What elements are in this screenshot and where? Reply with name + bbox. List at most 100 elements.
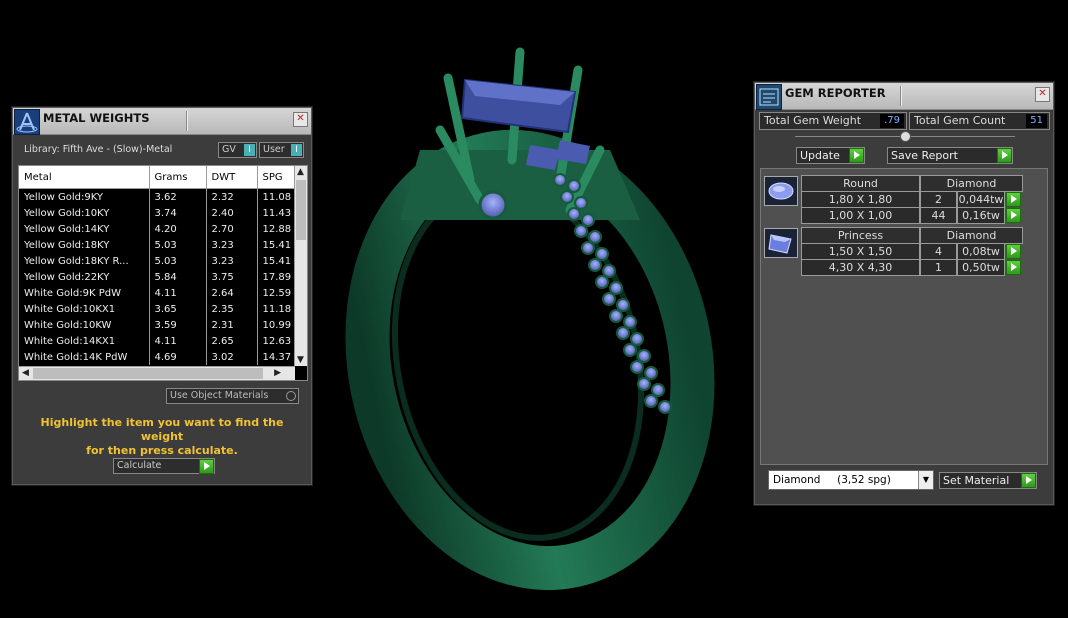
- select-gem-arrow-icon[interactable]: [1006, 244, 1021, 259]
- gem-count-cell: 44: [920, 207, 957, 224]
- gv-toggle[interactable]: GV I: [218, 142, 257, 158]
- total-gem-count-label: Total Gem Count: [914, 114, 1006, 127]
- chevron-down-icon[interactable]: ▼: [918, 471, 933, 489]
- table-cell: 4.69: [149, 349, 207, 365]
- table-cell: Yellow Gold:18KY R...: [19, 253, 150, 269]
- column-header[interactable]: SPG: [257, 166, 296, 189]
- pave-stone: [581, 213, 595, 227]
- play-arrow-icon[interactable]: [1021, 473, 1036, 488]
- column-header[interactable]: DWT: [206, 166, 258, 189]
- instruction-line: Highlight the item you want to find the …: [40, 416, 284, 443]
- gem-reporter-titlebar[interactable]: GEM REPORTER ✕: [755, 83, 1053, 110]
- pave-stone: [574, 224, 588, 238]
- table-cell: 12.59: [257, 285, 296, 301]
- play-arrow-icon[interactable]: [849, 148, 864, 163]
- select-gem-arrow-icon[interactable]: [1006, 208, 1021, 223]
- table-row[interactable]: White Gold:10KW 3.59 2.31 10.99: [19, 317, 296, 333]
- vertical-scrollbar[interactable]: ▲ ▼: [294, 166, 307, 366]
- metal-weights-panel: METAL WEIGHTS ✕ Library: Fifth Ave - (Sl…: [12, 107, 312, 485]
- table-row[interactable]: White Gold:9K PdW 4.11 2.64 12.59: [19, 285, 296, 301]
- table-cell: Yellow Gold:9KY: [19, 188, 150, 205]
- close-icon[interactable]: ✕: [293, 112, 308, 127]
- total-gem-count: Total Gem Count 51: [909, 112, 1050, 130]
- play-arrow-icon[interactable]: [199, 459, 214, 474]
- user-toggle[interactable]: User I: [259, 142, 304, 158]
- table-cell: White Gold:14K PdW: [19, 349, 150, 365]
- save-report-button[interactable]: Save Report: [887, 147, 1013, 164]
- material-select[interactable]: Diamond (3,52 spg) ▼: [768, 470, 934, 490]
- column-header[interactable]: Grams: [149, 166, 207, 189]
- slider-knob[interactable]: [900, 131, 911, 142]
- gem-weight-cell: 0,044tw: [957, 191, 1005, 208]
- metal-table[interactable]: Metal Grams DWT SPG Yellow Gold:9KY 3.62 2…: [18, 165, 308, 381]
- scroll-right-icon[interactable]: ▶: [274, 368, 281, 378]
- table-row[interactable]: Yellow Gold:10KY 3.74 2.40 11.43: [19, 205, 296, 221]
- horizontal-scrollbar[interactable]: ◀ ▶: [19, 366, 295, 380]
- pave-stone: [567, 179, 581, 193]
- title-divider: [186, 111, 188, 131]
- use-object-materials-option[interactable]: Use Object Materials: [166, 388, 299, 404]
- gem-shape-header: Princess: [801, 227, 920, 244]
- pave-stone: [567, 207, 581, 221]
- pave-stone: [553, 173, 567, 187]
- total-gem-count-value: 51: [1026, 114, 1047, 128]
- scroll-left-icon[interactable]: ◀: [22, 368, 29, 378]
- play-arrow-icon[interactable]: [997, 148, 1012, 163]
- pave-stone: [595, 247, 609, 261]
- use-object-materials-label: Use Object Materials: [170, 390, 269, 401]
- table-cell: 12.88: [257, 221, 296, 237]
- table-row[interactable]: Yellow Gold:18KY R... 5.03 3.23 15.41: [19, 253, 296, 269]
- table-row[interactable]: Yellow Gold:9KY 3.62 2.32 11.08: [19, 188, 296, 205]
- scroll-down-icon[interactable]: ▼: [297, 355, 304, 365]
- metal-weights-icon: [14, 109, 40, 135]
- gem-material-header: Diamond: [920, 175, 1023, 192]
- pave-stone: [560, 190, 574, 204]
- table-row[interactable]: White Gold:14K PdW 4.69 3.02 14.37: [19, 349, 296, 365]
- radio-icon[interactable]: [286, 391, 296, 401]
- pave-stone: [644, 366, 658, 380]
- table-cell: 15.41: [257, 237, 296, 253]
- table-cell: 4.11: [149, 285, 207, 301]
- gem-material-header: Diamond: [920, 227, 1023, 244]
- pave-stone: [588, 230, 602, 244]
- pave-stone: [581, 241, 595, 255]
- table-cell: 17.89: [257, 269, 296, 285]
- table-row[interactable]: White Gold:10KX1 3.65 2.35 11.18: [19, 301, 296, 317]
- scroll-thumb[interactable]: [296, 180, 306, 240]
- gem-weight-cell: 0,50tw: [957, 259, 1005, 276]
- pave-stone: [630, 360, 644, 374]
- table-cell: 4.11: [149, 333, 207, 349]
- scroll-thumb[interactable]: [33, 368, 263, 379]
- update-button[interactable]: Update: [796, 147, 865, 164]
- gem-reporter-panel: GEM REPORTER ✕ Total Gem Weight .79 Tota…: [754, 82, 1054, 505]
- round-gem-icon: [764, 176, 798, 206]
- select-gem-arrow-icon[interactable]: [1006, 260, 1021, 275]
- table-cell: 3.62: [149, 188, 207, 205]
- set-material-button[interactable]: Set Material: [939, 472, 1037, 489]
- calculate-button[interactable]: Calculate: [113, 458, 215, 474]
- table-cell: 11.08: [257, 188, 296, 205]
- table-cell: Yellow Gold:22KY: [19, 269, 150, 285]
- select-gem-arrow-icon[interactable]: [1006, 192, 1021, 207]
- pave-stone: [602, 292, 616, 306]
- table-row[interactable]: Yellow Gold:18KY 5.03 3.23 15.41: [19, 237, 296, 253]
- table-cell: 3.59: [149, 317, 207, 333]
- scroll-up-icon[interactable]: ▲: [297, 167, 304, 177]
- library-label: Library: Fifth Ave - (Slow)-Metal: [24, 144, 173, 155]
- table-cell: Yellow Gold:10KY: [19, 205, 150, 221]
- table-row[interactable]: Yellow Gold:22KY 5.84 3.75 17.89: [19, 269, 296, 285]
- report-slider[interactable]: [795, 131, 1015, 142]
- gem-size-cell: 4,30 X 4,30: [801, 259, 920, 276]
- pave-stone: [595, 275, 609, 289]
- table-row[interactable]: Yellow Gold:14KY 4.20 2.70 12.88: [19, 221, 296, 237]
- total-gem-weight-value: .79: [880, 114, 904, 128]
- table-row[interactable]: White Gold:14KX1 4.11 2.65 12.63: [19, 333, 296, 349]
- update-label: Update: [800, 149, 840, 162]
- metal-weights-titlebar[interactable]: METAL WEIGHTS ✕: [13, 108, 311, 135]
- table-cell: White Gold:9K PdW: [19, 285, 150, 301]
- pave-stone: [637, 377, 651, 391]
- column-header[interactable]: Metal: [19, 166, 150, 189]
- gem-size-cell: 1,00 X 1,00: [801, 207, 920, 224]
- pave-stone: [588, 258, 602, 272]
- close-icon[interactable]: ✕: [1035, 87, 1050, 102]
